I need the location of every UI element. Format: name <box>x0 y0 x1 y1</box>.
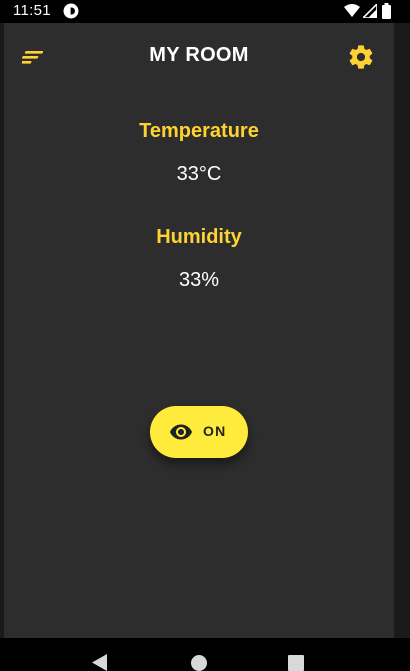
phone-frame: 11:51 MY ROOM Temperature 33°C Humidity … <box>0 0 410 671</box>
wifi-icon <box>344 4 360 17</box>
temperature-label: Temperature <box>139 120 259 142</box>
back-icon[interactable] <box>92 654 108 671</box>
recents-icon[interactable] <box>288 654 304 671</box>
eye-icon <box>170 424 192 440</box>
system-nav-bar <box>0 638 410 671</box>
temperature-value: 33°C <box>176 163 222 185</box>
battery-icon <box>382 3 391 19</box>
page-title: MY ROOM <box>149 44 249 66</box>
app-bar: MY ROOM <box>4 23 394 89</box>
toggle-label: ON <box>203 423 227 439</box>
toggle-on-button[interactable]: ON <box>150 406 248 458</box>
app-screen: MY ROOM Temperature 33°C Humidity 33% ON <box>4 23 394 638</box>
screen-border-right <box>394 23 410 638</box>
cellular-icon <box>363 4 377 18</box>
app-notification-icon <box>63 3 79 19</box>
status-icons <box>344 3 394 19</box>
status-time: 11:51 <box>13 2 51 19</box>
gear-icon[interactable] <box>347 43 375 71</box>
status-bar: 11:51 <box>0 0 410 23</box>
humidity-value: 33% <box>178 269 220 291</box>
humidity-label: Humidity <box>156 226 242 248</box>
home-icon[interactable] <box>190 654 208 671</box>
